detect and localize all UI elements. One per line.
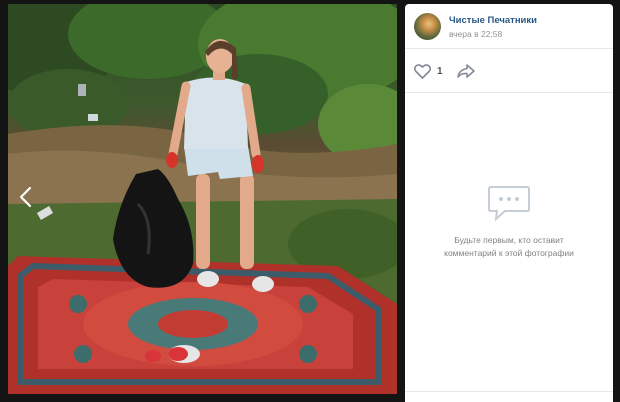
photo[interactable]: [8, 4, 397, 394]
heart-icon: [414, 63, 431, 79]
chevron-left-icon: [19, 186, 32, 208]
comments-empty-text: Будьте первым, кто оставит комментарий к…: [444, 235, 574, 258]
post-actions: 1: [405, 49, 613, 93]
panel-footer-divider: [405, 391, 613, 402]
speech-bubble-icon: [488, 186, 530, 222]
photo-viewer: Чистые Печатники вчера в 22:58 1 Будьте …: [0, 0, 620, 402]
photo-image: [8, 4, 397, 394]
comments-empty-state: Будьте первым, кто оставит комментарий к…: [405, 184, 613, 260]
share-arrow-icon: [457, 64, 475, 78]
post-time[interactable]: вчера в 22:58: [449, 29, 502, 39]
share-button[interactable]: [456, 63, 476, 79]
group-name-link[interactable]: Чистые Печатники: [449, 15, 537, 26]
photo-info-panel: Чистые Печатники вчера в 22:58 1 Будьте …: [405, 4, 613, 402]
like-count: 1: [437, 65, 443, 77]
avatar[interactable]: [414, 13, 441, 40]
prev-photo-button[interactable]: [18, 186, 52, 220]
post-header: Чистые Печатники вчера в 22:58: [405, 4, 613, 49]
like-button[interactable]: 1: [414, 62, 443, 80]
